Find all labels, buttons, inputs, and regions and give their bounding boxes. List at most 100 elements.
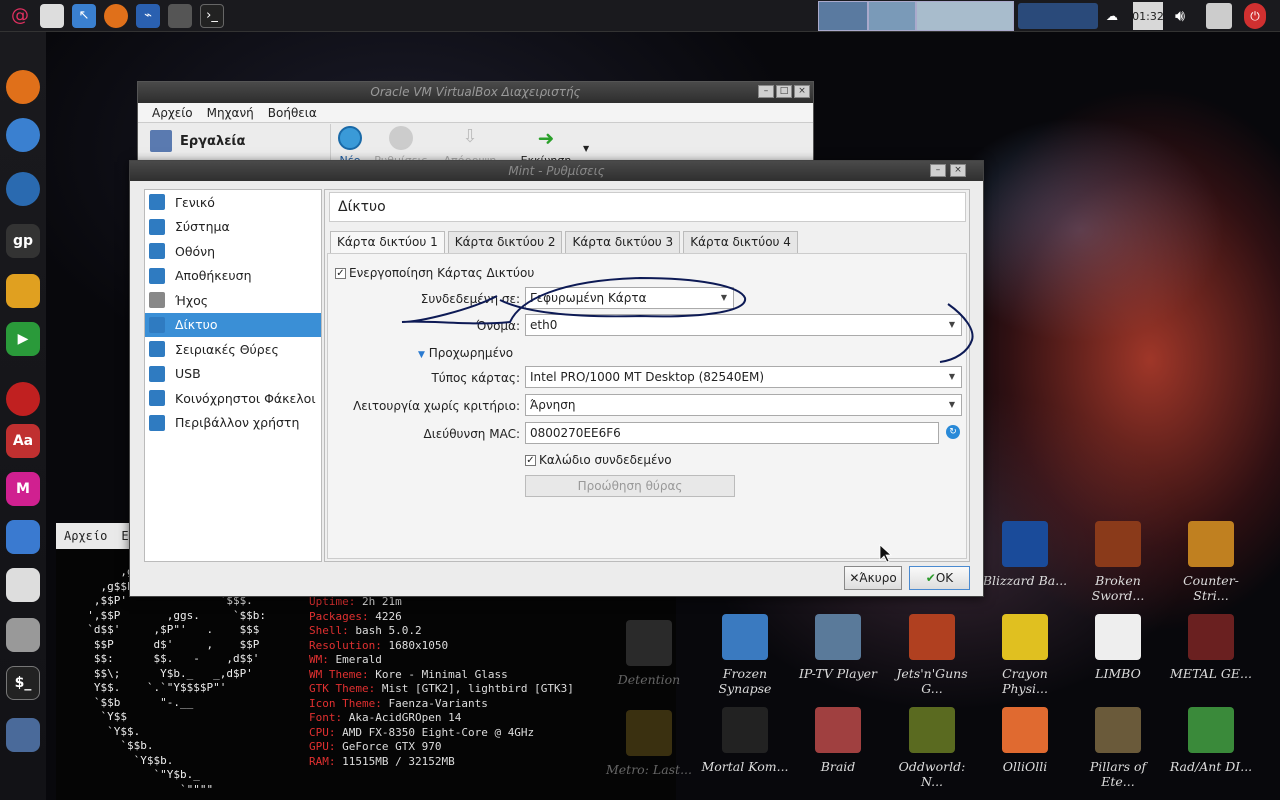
dictionary-icon[interactable]: Aa [6,424,40,458]
menu-file[interactable]: Αρχείο [152,106,193,120]
taskbar-settings[interactable] [868,1,916,31]
desktop-icon[interactable]: Counter-Stri... [1166,521,1256,603]
desktop-icon[interactable]: Jets'n'Guns G... [887,614,977,696]
desktop-icon[interactable]: Broken Sword... [1073,521,1163,603]
home-folder-icon[interactable] [40,3,64,28]
promisc-select[interactable]: Άρνηση ▼ [525,394,962,416]
advanced-toggle[interactable]: ▼ Προχωρημένο [418,346,513,360]
minimize-button[interactable]: – [758,85,774,98]
firefox-icon[interactable] [6,70,40,104]
document-icon[interactable] [6,520,40,554]
desktop-icon[interactable]: Oddworld: N... [887,707,977,789]
clock[interactable]: 01:32 [1132,2,1164,30]
fl-studio-icon[interactable] [6,274,40,308]
weather-icon[interactable]: ☁ [1100,3,1124,29]
desktop-icon[interactable]: OlliOlli [980,707,1070,774]
desktop-icon[interactable]: Braid [793,707,883,774]
dialog-minimize-button[interactable]: – [930,164,946,177]
screenshot-icon[interactable] [1206,3,1232,29]
close-button[interactable]: × [794,85,810,98]
desktop-icon-metro[interactable]: Metro: Last... [604,710,694,777]
tab-adapter-4[interactable]: Κάρτα δικτύου 4 [683,231,798,253]
desktop-icon[interactable]: Crayon Physi... [980,614,1070,696]
taskbar-virtualbox[interactable] [818,1,868,31]
enable-adapter-checkbox[interactable]: ✓ [335,268,346,279]
category-label: Περιβάλλον χρήστη [175,415,300,431]
cable-connected-row[interactable]: ✓ Καλώδιο συνδεδεμένο [525,453,672,467]
maximize-button[interactable]: □ [776,85,792,98]
taskbar-pointer[interactable] [916,1,1014,31]
start-dropdown-icon[interactable]: ▼ [583,144,589,153]
cancel-button[interactable]: ✕Άκυρο [844,566,902,590]
tab-adapter-2[interactable]: Κάρτα δικτύου 2 [447,231,563,253]
adapter-type-label: Τύπος κάρτας: [431,371,520,385]
text-editor-icon[interactable] [6,568,40,602]
desktop-icon[interactable]: Frozen Synapse [700,614,790,696]
category-item[interactable]: Σειριακές Θύρες [145,337,321,362]
debian-menu-icon[interactable]: @ [8,4,32,28]
cube-icon[interactable] [168,3,192,28]
enable-adapter-row[interactable]: ✓ Ενεργοποίηση Κάρτας Δικτύου [335,266,534,280]
play-icon[interactable]: ▶ [6,322,40,356]
desktop-icon[interactable]: Rad/Ant DI... [1166,707,1256,774]
app-icon [722,614,768,660]
desktop-icon-label: IP-TV Player [798,666,878,681]
system-info-line: CPU: AMD FX-8350 Eight-Core @ 4GHz [309,725,535,739]
dialog-close-button[interactable]: × [950,164,966,177]
desktop-icon[interactable]: Blizzard Ba... [980,521,1070,588]
category-item[interactable]: Αποθήκευση [145,264,321,289]
category-item[interactable]: Ήχος [145,288,321,313]
category-item[interactable]: Σύστημα [145,215,321,240]
port-forwarding-button[interactable]: Προώθηση θύρας [525,475,735,497]
lightbird-icon[interactable] [6,118,40,152]
thunderbird-icon[interactable] [6,172,40,206]
tray-icons[interactable] [1018,3,1098,29]
category-label: Δίκτυο [175,317,218,333]
desktop-icon[interactable]: METAL GE... [1166,614,1256,681]
desktop-icon-detention[interactable]: Detention [604,620,694,687]
firefox-icon[interactable] [104,3,128,28]
system-info-line: GPU: GeForce GTX 970 [309,740,442,753]
tab-adapter-3[interactable]: Κάρτα δικτύου 3 [565,231,681,253]
desktop-icon[interactable]: Mortal Kom... [700,707,790,774]
terminal-icon[interactable]: ›_ [200,3,224,28]
name-select[interactable]: eth0 ▼ [525,314,962,336]
category-item[interactable]: Οθόνη [145,239,321,264]
printer-icon[interactable] [6,618,40,652]
volume-icon[interactable]: 🔊︎ [1168,3,1192,29]
system-monitor-icon[interactable]: ⌁ [136,3,160,28]
system-info: Uptime: 2h 21m Packages: 4226 Shell: bash … [309,595,574,769]
app-icon [1095,614,1141,660]
category-item[interactable]: Δίκτυο [145,312,321,337]
monitor-icon[interactable] [6,718,40,752]
category-item[interactable]: Γενικό [145,190,321,215]
desktop-icon[interactable]: IP-TV Player [793,614,883,681]
category-item[interactable]: Περιβάλλον χρήστη [145,411,321,436]
adapter-type-select[interactable]: Intel PRO/1000 MT Desktop (82540EM) ▼ [525,366,962,388]
cable-connected-checkbox[interactable]: ✓ [525,455,536,466]
power-icon[interactable]: ⏻ [1244,3,1266,29]
mac-input[interactable]: 0800270EE6F6 [525,422,939,444]
attached-select[interactable]: Γεφυρωμένη Κάρτα ▼ [525,287,734,309]
category-item[interactable]: Κοινόχρηστοι Φάκελοι [145,386,321,411]
settings-dialog[interactable]: Mint - Ρυθμίσεις – × Γενικό Σύστημα Οθόνη Α… [129,160,984,597]
dock: gp ▶ Aa M $_ [0,32,46,800]
refresh-mac-icon[interactable]: ↻ [946,425,960,439]
terminal-icon[interactable]: $_ [6,666,40,700]
desktop-icon[interactable]: LIMBO [1073,614,1163,681]
m-icon[interactable]: M [6,472,40,506]
disc-icon[interactable] [6,382,40,416]
tab-adapter-1[interactable]: Κάρτα δικτύου 1 [330,231,445,253]
name-label: Όνομα: [476,319,520,333]
desktop-icon[interactable]: Pillars of Ete... [1073,707,1163,789]
gpu-icon[interactable]: gp [6,224,40,258]
ok-button[interactable]: ✔OK [909,566,970,590]
pointer-icon[interactable]: ↖ [72,3,96,28]
tools-item[interactable]: Εργαλεία [150,130,245,152]
menu-machine[interactable]: Μηχανή [207,106,254,120]
category-item[interactable]: USB [145,362,321,387]
menu-help[interactable]: Βοήθεια [268,106,317,120]
desktop-icon-label: OlliOlli [1002,759,1048,774]
category-icon [149,218,165,235]
terminal-menu-file[interactable]: Αρχείο [64,529,107,543]
